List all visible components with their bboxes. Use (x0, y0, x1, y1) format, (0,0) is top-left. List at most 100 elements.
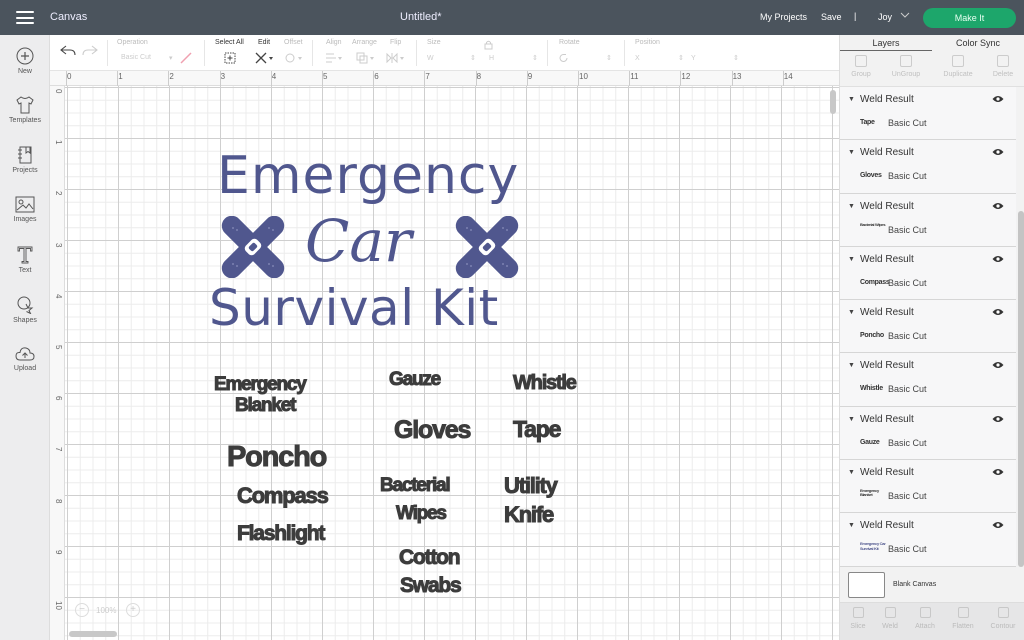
layer-item[interactable]: ▼ Weld Result Emergency Blanket Basic Cut (840, 460, 1016, 514)
word-tape[interactable]: Tape (512, 417, 561, 441)
eye-icon[interactable] (992, 521, 1004, 529)
word-blanket[interactable]: Blanket (234, 396, 296, 416)
layer-item[interactable]: ▼ Weld Result Whistle Basic Cut (840, 353, 1016, 407)
arrange-icon[interactable] (356, 52, 376, 64)
expand-triangle-icon[interactable]: ▼ (848, 522, 855, 529)
contour-button[interactable]: Contour (985, 607, 1021, 630)
operation-select[interactable]: Basic Cut (121, 54, 151, 61)
word-swabs[interactable]: Swabs (400, 575, 463, 597)
word-emergency[interactable]: Emergency (214, 375, 308, 395)
ungroup-button[interactable]: UnGroup (886, 55, 926, 78)
flip-icon[interactable] (386, 52, 406, 64)
flatten-button[interactable]: Flatten (945, 607, 981, 630)
bandage-cross-icon[interactable] (453, 216, 521, 278)
redo-icon[interactable] (82, 45, 98, 57)
layer-item[interactable]: ▼ Weld Result Gloves Basic Cut (840, 140, 1016, 194)
word-cotton[interactable]: Cotton (398, 547, 461, 569)
height-stepper[interactable]: ⇕ (532, 54, 538, 62)
width-input[interactable] (435, 52, 465, 64)
nav-templates[interactable]: Templates (0, 96, 50, 124)
y-input[interactable] (699, 52, 729, 64)
layers-scrollbar[interactable] (1018, 211, 1024, 567)
undo-icon[interactable] (60, 45, 76, 57)
hamburger-menu-icon[interactable] (16, 11, 34, 24)
title-car[interactable]: Car (305, 212, 412, 270)
nav-upload[interactable]: Upload (0, 346, 50, 372)
title-emergency[interactable]: Emergency (217, 150, 519, 202)
nav-images[interactable]: Images (0, 196, 50, 223)
pen-color-icon[interactable] (180, 52, 192, 64)
select-all-icon[interactable] (224, 52, 236, 64)
width-stepper[interactable]: ⇕ (470, 54, 476, 62)
canvas-vertical-scrollbar[interactable] (830, 90, 836, 114)
word-utility[interactable]: Utility (504, 474, 559, 497)
word-poncho[interactable]: Poncho (226, 442, 327, 472)
rotate-stepper[interactable]: ⇕ (606, 54, 612, 62)
canvas-swatch[interactable] (848, 572, 885, 598)
align-icon[interactable] (324, 52, 344, 64)
word-gauze[interactable]: Gauze (388, 370, 441, 390)
x-stepper[interactable]: ⇕ (678, 54, 684, 62)
layer-item[interactable]: ▼ Weld Result Emergency Car Survival Kit Ba… (840, 513, 1016, 567)
zoom-out-button[interactable]: − (75, 603, 89, 617)
eye-icon[interactable] (992, 468, 1004, 476)
chevron-down-icon[interactable] (900, 10, 910, 20)
expand-triangle-icon[interactable]: ▼ (848, 469, 855, 476)
layer-item[interactable]: ▼ Weld Result Tape Basic Cut (840, 87, 1016, 141)
eye-icon[interactable] (992, 361, 1004, 369)
layer-item[interactable]: ▼ Weld Result Gauze Basic Cut (840, 406, 1016, 461)
my-projects-link[interactable]: My Projects (760, 12, 807, 22)
canvas-horizontal-scrollbar[interactable] (69, 631, 117, 637)
eye-icon[interactable] (992, 308, 1004, 316)
word-whistle[interactable]: Whistle (513, 373, 578, 394)
nav-shapes[interactable]: Shapes (0, 296, 50, 324)
zoom-in-button[interactable]: + (126, 603, 140, 617)
y-stepper[interactable]: ⇕ (733, 54, 739, 62)
nav-new[interactable]: New (0, 47, 50, 75)
x-input[interactable] (643, 52, 673, 64)
layer-item[interactable]: ▼ Weld Result Poncho Basic Cut (840, 300, 1016, 354)
design-canvas[interactable]: Emergency Car Survival Kit Emergency Bla… (65, 86, 839, 640)
slice-button[interactable]: Slice (840, 607, 876, 630)
word-compass[interactable]: Compass (237, 484, 330, 507)
eye-icon[interactable] (992, 415, 1004, 423)
weld-button[interactable]: Weld (872, 607, 908, 630)
layer-item[interactable]: ▼ Weld Result Compass Basic Cut (840, 246, 1016, 301)
eye-icon[interactable] (992, 202, 1004, 210)
edit-scissors-icon[interactable] (255, 52, 275, 64)
word-knife[interactable]: Knife (503, 503, 554, 526)
operation-dropdown-arrow-icon[interactable]: ▾ (169, 54, 173, 62)
nav-text[interactable]: Text (0, 246, 50, 274)
expand-triangle-icon[interactable]: ▼ (848, 362, 855, 369)
expand-triangle-icon[interactable]: ▼ (848, 309, 855, 316)
eye-icon[interactable] (992, 148, 1004, 156)
offset-icon[interactable] (284, 52, 304, 64)
expand-triangle-icon[interactable]: ▼ (848, 149, 855, 156)
expand-triangle-icon[interactable]: ▼ (848, 256, 855, 263)
word-wipes[interactable]: Wipes (396, 504, 448, 524)
user-menu[interactable]: Joy (878, 12, 892, 22)
word-bacterial[interactable]: Bacterial (379, 476, 451, 496)
word-flashlight[interactable]: Flashlight (236, 523, 325, 545)
blank-canvas-row[interactable]: Blank Canvas (840, 567, 1024, 602)
expand-triangle-icon[interactable]: ▼ (848, 203, 855, 210)
expand-triangle-icon[interactable]: ▼ (848, 96, 855, 103)
nav-projects[interactable]: Projects (0, 146, 50, 174)
tab-color-sync[interactable]: Color Sync (932, 38, 1024, 48)
eye-icon[interactable] (992, 255, 1004, 263)
bandage-cross-icon[interactable] (219, 216, 287, 278)
title-survival-kit[interactable]: Survival Kit (209, 283, 499, 333)
eye-icon[interactable] (992, 95, 1004, 103)
word-gloves[interactable]: Gloves (393, 417, 471, 443)
layer-item[interactable]: ▼ Weld Result Bacterial Wipes Basic Cut (840, 193, 1016, 247)
height-input[interactable] (497, 52, 527, 64)
save-button[interactable]: Save (821, 12, 842, 22)
make-it-button[interactable]: Make It (923, 8, 1016, 28)
delete-button[interactable]: Delete (983, 55, 1023, 78)
attach-button[interactable]: Attach (907, 607, 943, 630)
expand-triangle-icon[interactable]: ▼ (848, 416, 855, 423)
group-button[interactable]: Group (841, 55, 881, 78)
tab-layers[interactable]: Layers (840, 38, 932, 48)
lock-icon[interactable] (484, 40, 493, 50)
rotate-input[interactable] (571, 52, 601, 64)
